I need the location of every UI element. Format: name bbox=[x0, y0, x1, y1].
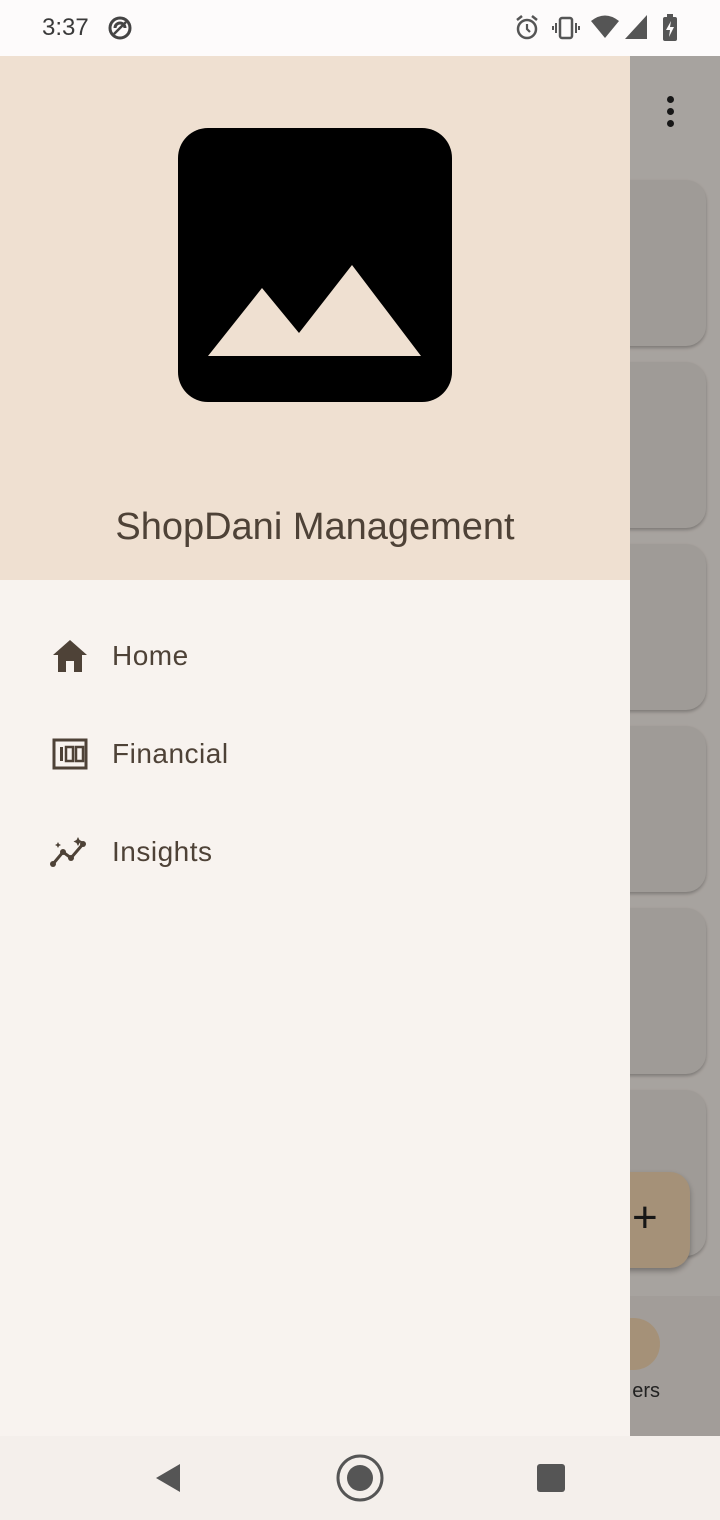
drawer-item-home[interactable]: Home bbox=[24, 616, 604, 696]
vibrate-icon bbox=[552, 14, 580, 47]
system-navigation-bar bbox=[0, 1436, 720, 1520]
drawer-item-financial[interactable]: Financial bbox=[24, 714, 604, 794]
drawer-item-label: Financial bbox=[112, 738, 229, 769]
insights-icon bbox=[50, 832, 90, 872]
cellular-signal-icon bbox=[624, 14, 648, 45]
drawer-header: ShopDani Management bbox=[0, 56, 630, 580]
image-placeholder-icon bbox=[178, 128, 452, 402]
alarm-icon bbox=[514, 14, 540, 47]
navigation-drawer: ShopDani Management Home Financial Insig… bbox=[0, 56, 630, 1436]
no-disturb-icon bbox=[106, 14, 134, 47]
drawer-item-label: Insights bbox=[112, 836, 213, 867]
home-icon bbox=[50, 636, 90, 676]
wifi-icon bbox=[590, 14, 620, 45]
drawer-item-insights[interactable]: Insights bbox=[24, 812, 604, 892]
status-time: 3:37 bbox=[42, 14, 89, 41]
drawer-title: ShopDani Management bbox=[115, 506, 515, 548]
money-icon bbox=[50, 734, 90, 774]
battery-charging-icon bbox=[662, 14, 678, 47]
status-bar: 3:37 bbox=[0, 0, 720, 56]
back-icon[interactable] bbox=[150, 1454, 184, 1507]
drawer-item-label: Home bbox=[112, 640, 189, 671]
home-circle-icon[interactable] bbox=[334, 1454, 386, 1511]
recents-icon[interactable] bbox=[534, 1454, 568, 1507]
